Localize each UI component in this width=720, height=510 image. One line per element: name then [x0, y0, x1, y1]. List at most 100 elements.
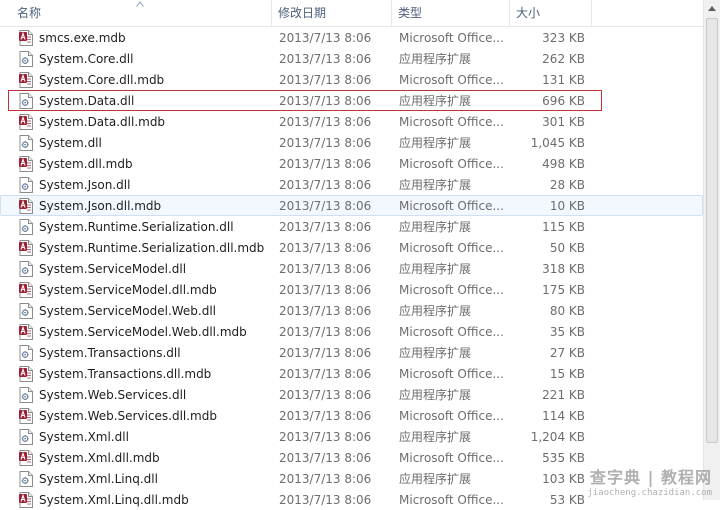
file-date: 2013/7/13 8:06 — [279, 199, 372, 213]
file-name-cell: System.Runtime.Serialization.dll.mdb — [19, 238, 271, 258]
file-row[interactable]: System.Xml.Linq.dll 2013/7/13 8:06 应用程序扩展 1… — [0, 468, 703, 489]
column-header-size-label: 大小 — [516, 6, 541, 20]
dll-file-icon — [19, 135, 33, 151]
file-row[interactable]: System.ServiceModel.Web.dll.mdb 2013/7/13… — [0, 321, 703, 342]
vertical-scrollbar[interactable] — [703, 0, 720, 500]
file-row[interactable]: System.dll.mdb 2013/7/13 8:06 Microsoft Of… — [0, 153, 703, 174]
file-type: 应用程序扩展 — [399, 472, 472, 486]
column-header-size[interactable]: 大小 — [510, 0, 592, 26]
column-header-name-label: 名称 — [17, 6, 42, 20]
file-name-cell: System.Web.Services.dll.mdb — [19, 406, 271, 426]
scroll-thumb[interactable] — [706, 18, 718, 443]
file-size: 498 KB — [542, 157, 585, 171]
file-type: Microsoft Office... — [399, 409, 504, 423]
file-row[interactable]: System.Json.dll 2013/7/13 8:06 应用程序扩展 28 KB — [0, 174, 703, 195]
file-size: 262 KB — [542, 52, 585, 66]
file-type: Microsoft Office... — [399, 493, 504, 507]
file-size: 27 KB — [549, 346, 585, 360]
file-type: 应用程序扩展 — [399, 178, 472, 192]
file-row[interactable]: System.Transactions.dll.mdb 2013/7/13 8:0… — [0, 363, 703, 384]
dll-file-icon — [19, 303, 33, 319]
file-name-cell: System.Xml.Linq.dll — [19, 469, 271, 489]
file-row[interactable]: System.Runtime.Serialization.dll 2013/7/1… — [0, 216, 703, 237]
file-type: Microsoft Office... — [399, 157, 504, 171]
file-date: 2013/7/13 8:06 — [279, 178, 372, 192]
file-date: 2013/7/13 8:06 — [279, 346, 372, 360]
file-name-cell: System.Runtime.Serialization.dll — [19, 217, 271, 237]
file-size: 1,204 KB — [530, 430, 585, 444]
file-size: 50 KB — [549, 241, 585, 255]
file-name-cell: System.Xml.dll.mdb — [19, 448, 271, 468]
column-header-name[interactable]: 名称 — [0, 0, 272, 26]
file-row[interactable]: System.dll 2013/7/13 8:06 应用程序扩展 1,045 KB — [0, 132, 703, 153]
file-name: System.Transactions.dll — [39, 346, 181, 360]
dll-file-icon — [19, 219, 33, 235]
file-name-cell: System.Data.dll.mdb — [19, 112, 271, 132]
file-row[interactable]: System.Transactions.dll 2013/7/13 8:06 应用程… — [0, 342, 703, 363]
access-file-icon — [19, 198, 33, 214]
file-name: System.Xml.dll — [39, 430, 129, 444]
file-name-cell: smcs.exe.mdb — [19, 28, 271, 48]
file-date: 2013/7/13 8:06 — [279, 388, 372, 402]
file-row[interactable]: System.Runtime.Serialization.dll.mdb 2013… — [0, 237, 703, 258]
file-name-cell: System.ServiceModel.Web.dll.mdb — [19, 322, 271, 342]
file-date: 2013/7/13 8:06 — [279, 367, 372, 381]
file-type: Microsoft Office... — [399, 325, 504, 339]
file-name: System.Web.Services.dll — [39, 388, 187, 402]
file-row[interactable]: System.ServiceModel.dll 2013/7/13 8:06 应用程… — [0, 258, 703, 279]
file-size: 114 KB — [542, 409, 585, 423]
dll-file-icon — [19, 387, 33, 403]
column-header-type[interactable]: 类型 — [392, 0, 510, 26]
file-date: 2013/7/13 8:06 — [279, 283, 372, 297]
file-name: System.Runtime.Serialization.dll — [39, 220, 234, 234]
access-file-icon — [19, 324, 33, 340]
file-row[interactable]: System.Xml.dll.mdb 2013/7/13 8:06 Microsof… — [0, 447, 703, 468]
file-name-cell: System.ServiceModel.Web.dll — [19, 301, 271, 321]
file-row[interactable]: System.Web.Services.dll.mdb 2013/7/13 8:0… — [0, 405, 703, 426]
file-row[interactable]: smcs.exe.mdb 2013/7/13 8:06 Microsoft Offi… — [0, 27, 703, 48]
file-date: 2013/7/13 8:06 — [279, 472, 372, 486]
file-row[interactable]: System.ServiceModel.dll.mdb 2013/7/13 8:0… — [0, 279, 703, 300]
scroll-up-button[interactable] — [704, 0, 720, 16]
file-type: Microsoft Office... — [399, 199, 504, 213]
file-row[interactable]: System.Data.dll 2013/7/13 8:06 应用程序扩展 696 K… — [0, 90, 703, 111]
file-name: System.Xml.Linq.dll — [39, 472, 158, 486]
file-row[interactable]: System.Core.dll 2013/7/13 8:06 应用程序扩展 262 K… — [0, 48, 703, 69]
column-header-date[interactable]: 修改日期 — [272, 0, 392, 26]
file-date: 2013/7/13 8:06 — [279, 94, 372, 108]
file-type: Microsoft Office... — [399, 241, 504, 255]
file-size: 131 KB — [542, 73, 585, 87]
file-name: System.Data.dll — [39, 94, 135, 108]
file-date: 2013/7/13 8:06 — [279, 430, 372, 444]
file-date: 2013/7/13 8:06 — [279, 73, 372, 87]
file-row[interactable]: System.Web.Services.dll 2013/7/13 8:06 应用程… — [0, 384, 703, 405]
file-type: 应用程序扩展 — [399, 262, 472, 276]
file-type: 应用程序扩展 — [399, 304, 472, 318]
file-name: System.Web.Services.dll.mdb — [39, 409, 217, 423]
file-row[interactable]: System.Xml.dll 2013/7/13 8:06 应用程序扩展 1,204 … — [0, 426, 703, 447]
file-name-cell: System.Web.Services.dll — [19, 385, 271, 405]
file-date: 2013/7/13 8:06 — [279, 241, 372, 255]
file-name-cell: System.Xml.Linq.dll.mdb — [19, 490, 271, 510]
file-name-cell: System.Core.dll.mdb — [19, 70, 271, 90]
file-name: System.Xml.dll.mdb — [39, 451, 160, 465]
file-size: 28 KB — [549, 178, 585, 192]
file-type: 应用程序扩展 — [399, 388, 472, 402]
file-name-cell: System.Core.dll — [19, 49, 271, 69]
file-row[interactable]: System.Core.dll.mdb 2013/7/13 8:06 Microso… — [0, 69, 703, 90]
file-type: 应用程序扩展 — [399, 52, 472, 66]
file-size: 35 KB — [549, 325, 585, 339]
file-name: System.ServiceModel.Web.dll — [39, 304, 217, 318]
file-row[interactable]: System.Data.dll.mdb 2013/7/13 8:06 Microso… — [0, 111, 703, 132]
sort-up-arrow-icon — [136, 1, 144, 7]
dll-file-icon — [19, 471, 33, 487]
access-file-icon — [19, 450, 33, 466]
file-date: 2013/7/13 8:06 — [279, 409, 372, 423]
dll-file-icon — [19, 261, 33, 277]
file-name-cell: System.Data.dll — [19, 91, 271, 111]
file-name: System.ServiceModel.dll — [39, 262, 187, 276]
file-size: 535 KB — [542, 451, 585, 465]
file-row[interactable]: System.ServiceModel.Web.dll 2013/7/13 8:0… — [0, 300, 703, 321]
file-date: 2013/7/13 8:06 — [279, 220, 372, 234]
file-row[interactable]: System.Json.dll.mdb 2013/7/13 8:06 Microso… — [0, 195, 703, 216]
